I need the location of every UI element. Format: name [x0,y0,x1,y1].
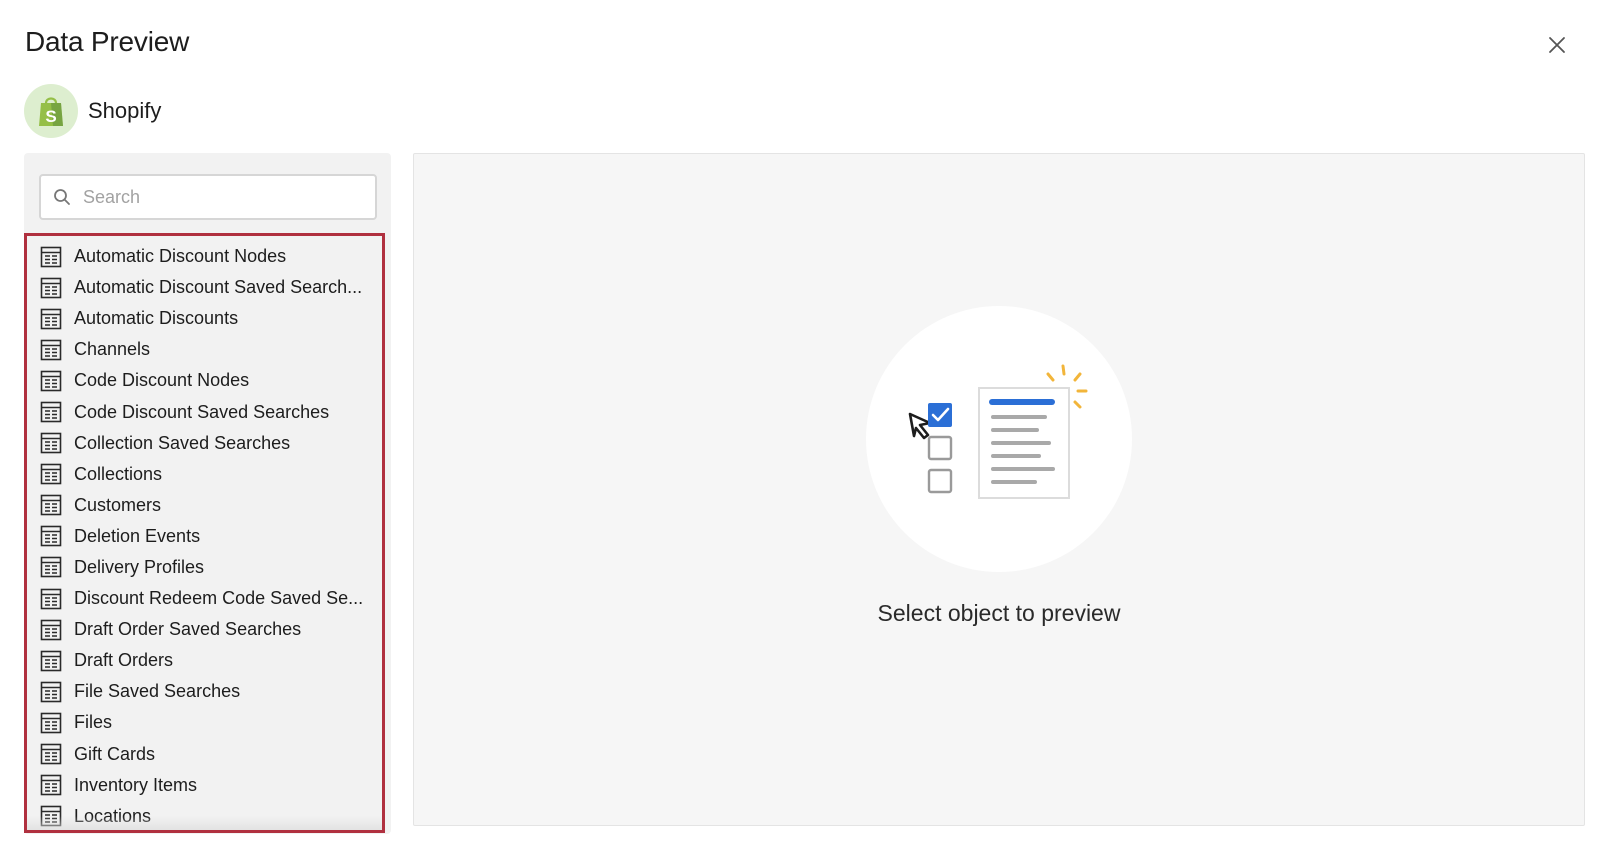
list-item[interactable]: File Saved Searches [27,676,382,707]
list-item-label: Discount Redeem Code Saved Se... [74,588,364,609]
list-item[interactable]: Draft Order Saved Searches [27,614,382,645]
table-icon [40,712,62,734]
list-item-label: Draft Order Saved Searches [74,619,302,640]
list-item[interactable]: Automatic Discount Saved Search... [27,272,382,303]
data-preview-dialog: Data Preview S Shopify Search Automatic … [0,0,1600,848]
table-icon [40,556,62,578]
list-item-label: Files [74,712,113,733]
search-icon [53,188,71,206]
object-browser: Automatic Discount Nodes Automatic Discou… [24,153,391,834]
search-box[interactable] [39,174,377,220]
table-icon [40,277,62,299]
checkbox-checked-icon [928,403,952,427]
list-item[interactable]: Automatic Discounts [27,303,382,334]
list-item-label: Collections [74,463,163,484]
close-button[interactable] [1542,30,1572,60]
list-item[interactable]: Collections [27,459,382,490]
shopify-logo-icon: S [24,84,78,138]
table-icon [40,246,62,268]
list-item-label: Code Discount Saved Searches [74,401,330,422]
list-item-label: Automatic Discount Saved Search... [74,277,363,298]
list-item-label: Channels [74,339,151,360]
empty-preview-message: Select object to preview [877,600,1121,626]
table-icon [40,774,62,796]
table-icon [40,619,62,641]
object-list-items: Automatic Discount Nodes Automatic Discou… [27,236,382,830]
table-icon [40,494,62,516]
list-item-label: Code Discount Nodes [74,370,250,391]
source-header: S Shopify [24,84,161,138]
list-item-label: Draft Orders [74,650,174,671]
list-item[interactable]: Automatic Discount Nodes [27,241,382,272]
table-icon [40,401,62,423]
list-item[interactable]: Code Discount Saved Searches [27,396,382,427]
list-item[interactable]: Code Discount Nodes [27,365,382,396]
list-item-label: Customers [74,494,162,515]
list-item[interactable]: Gift Cards [27,739,382,770]
list-item-label: Inventory Items [74,774,198,795]
list-item-label: Delivery Profiles [74,556,205,577]
select-object-illustration [866,306,1132,572]
list-item-label: Deletion Events [74,525,201,546]
list-item[interactable]: Files [27,707,382,738]
table-icon [40,681,62,703]
table-icon [40,805,62,827]
table-icon [40,743,62,765]
object-list: Automatic Discount Nodes Automatic Discou… [24,233,385,833]
table-icon [40,432,62,454]
list-item-label: Gift Cards [74,743,156,764]
shopify-logo-letter: S [45,107,56,126]
list-item[interactable]: Locations [27,801,382,830]
list-item-label: Locations [74,805,152,826]
dialog-title: Data Preview [25,26,190,57]
list-item-label: Collection Saved Searches [74,432,291,453]
list-item-label: Automatic Discounts [74,308,239,329]
source-name: Shopify [88,98,162,123]
table-icon [40,339,62,361]
table-icon [40,308,62,330]
list-item[interactable]: Deletion Events [27,521,382,552]
table-icon [40,650,62,672]
table-icon [40,370,62,392]
list-item[interactable]: Draft Orders [27,645,382,676]
table-icon [40,588,62,610]
table-icon [40,463,62,485]
list-item[interactable]: Collection Saved Searches [27,428,382,459]
table-icon [40,525,62,547]
preview-panel: Select object to preview [413,153,1585,826]
list-item-label: File Saved Searches [74,681,241,702]
list-item[interactable]: Discount Redeem Code Saved Se... [27,583,382,614]
search-input[interactable] [83,186,353,208]
list-item[interactable]: Channels [27,334,382,365]
list-item[interactable]: Delivery Profiles [27,552,382,583]
list-item-label: Automatic Discount Nodes [74,246,287,267]
list-item[interactable]: Inventory Items [27,770,382,801]
list-item[interactable]: Customers [27,490,382,521]
close-icon [1549,37,1565,53]
